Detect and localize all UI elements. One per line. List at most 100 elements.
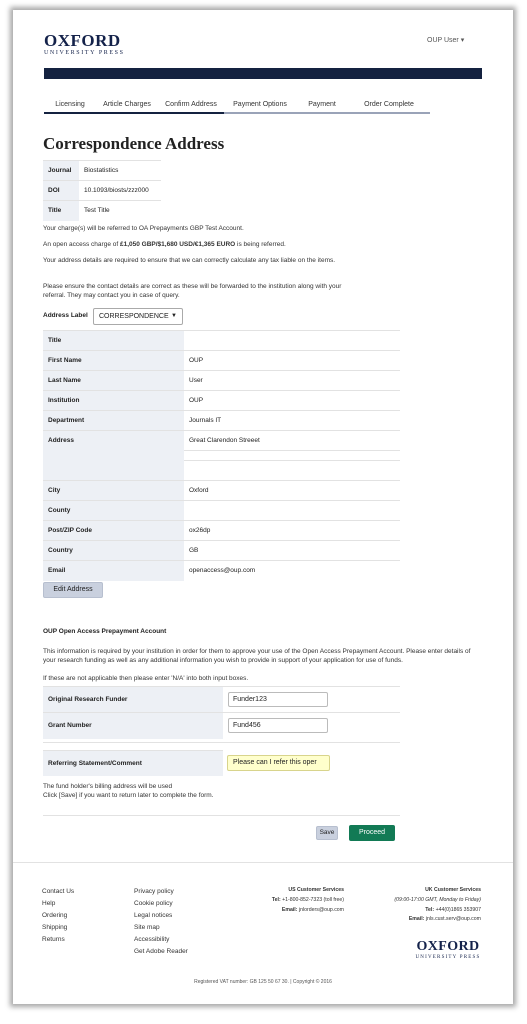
last-name-label: Last Name	[43, 370, 184, 391]
footer-link-accessibility[interactable]: Accessibility	[134, 934, 188, 946]
doi-label: DOI	[43, 180, 79, 201]
email-value: openaccess@oup.com	[184, 560, 400, 581]
journal-label: Journal	[43, 160, 79, 181]
address-label-row: Address Label CORRESPONDENCE ▼	[43, 308, 243, 326]
postcode-label: Post/ZIP Code	[43, 520, 184, 541]
footer-logo-sub-text: UNIVERSITY PRESS	[415, 955, 481, 960]
table-row: Journal Biostatistics	[43, 160, 161, 181]
footer-logo-main-text: OXFORD	[416, 939, 480, 954]
prepayment-description: This information is required by your ins…	[43, 648, 471, 664]
statement-label: Referring Statement/Comment	[43, 750, 223, 776]
first-name-label: First Name	[43, 350, 184, 371]
last-name-value: User	[184, 370, 400, 391]
table-row: Institution OUP	[43, 390, 400, 411]
us-email-row: Email: jnlorders@oup.com	[232, 906, 344, 916]
address-line-3	[184, 460, 400, 481]
step-order-complete: Order Complete	[348, 100, 430, 114]
uk-tel: +44(0)1865 353907	[435, 906, 481, 913]
nav-bar	[44, 68, 482, 79]
charge-amount: £1,050 GBP/$1,680 USD/€1,365 EURO	[119, 241, 236, 248]
charge-note: An open access charge of £1,050 GBP/$1,6…	[43, 240, 353, 249]
institution-value: OUP	[184, 390, 400, 411]
charge-post: is being referred.	[235, 241, 286, 248]
statement-input[interactable]: Please can I refer this oper	[227, 755, 330, 771]
footer-link-ordering[interactable]: Ordering	[42, 910, 74, 922]
address-field-label: Address	[43, 430, 184, 481]
footer-link-shipping[interactable]: Shipping	[42, 922, 74, 934]
step-licensing: Licensing	[44, 100, 96, 114]
uk-email-link[interactable]: jnls.cust.serv@oup.com	[426, 916, 481, 922]
footer-links-2: Privacy policy Cookie policy Legal notic…	[134, 886, 188, 958]
article-info-table: Journal Biostatistics DOI 10.1093/biosts…	[43, 160, 161, 221]
prepayment-heading: OUP Open Access Prepayment Account	[43, 628, 167, 635]
oup-logo[interactable]: OXFORD UNIVERSITY PRESS	[44, 32, 134, 56]
uk-title: UK Customer Services	[425, 887, 481, 893]
footer-link-privacy[interactable]: Privacy policy	[134, 886, 188, 898]
city-value: Oxford	[184, 480, 400, 501]
logo-sub-text: UNIVERSITY PRESS	[44, 50, 125, 56]
save-button[interactable]: Save	[316, 826, 338, 840]
us-tel-label: Tel:	[271, 896, 281, 903]
statement-row: Referring Statement/Comment Please can I…	[43, 750, 400, 776]
table-row: Email openaccess@oup.com	[43, 560, 400, 581]
table-row: First Name OUP	[43, 350, 400, 371]
footer-link-legal[interactable]: Legal notices	[134, 910, 188, 922]
footer-link-returns[interactable]: Returns	[42, 934, 74, 946]
table-row: Grant Number Fund456	[43, 712, 400, 739]
footer-link-cookie[interactable]: Cookie policy	[134, 898, 188, 910]
table-row: DOI 10.1093/biosts/zzz000	[43, 180, 161, 201]
funder-input[interactable]: Funder123	[228, 692, 328, 707]
address-table: Title First Name OUP Last Name User Instit…	[43, 330, 400, 581]
address-line-1: Great Clarendon Streeet	[184, 430, 400, 451]
address-label-select[interactable]: CORRESPONDENCE ▼	[93, 308, 183, 325]
step-payment: Payment	[296, 100, 348, 114]
footer-link-contact[interactable]: Contact Us	[42, 886, 74, 898]
chevron-down-icon: ▼	[171, 313, 177, 319]
us-email-link[interactable]: jnlorders@oup.com	[299, 907, 344, 913]
email-label: Email	[43, 560, 184, 581]
uk-tel-label: Tel:	[425, 906, 435, 913]
us-tel: +1-800-852-7323 (toll free)	[282, 896, 344, 903]
table-row: Title	[43, 330, 400, 351]
logo-main-text: OXFORD	[44, 31, 121, 50]
footer-oup-logo[interactable]: OXFORD UNIVERSITY PRESS	[415, 939, 481, 961]
table-row: Country GB	[43, 540, 400, 561]
footer-divider	[13, 862, 513, 863]
address-label-caption: Address Label	[43, 312, 88, 319]
postcode-value: ox26dp	[184, 520, 400, 541]
title-field-label: Title	[43, 330, 184, 351]
uk-tel-row: Tel: +44(0)1865 353907	[367, 906, 481, 916]
first-name-value: OUP	[184, 350, 400, 371]
step-payment-options: Payment Options	[224, 100, 296, 114]
uk-hours: (09:00-17:00 GMT, Monday to Friday)	[394, 896, 481, 903]
page-title: Correspondence Address	[43, 134, 225, 153]
footer-link-adobe[interactable]: Get Adobe Reader	[134, 946, 188, 958]
footer-link-sitemap[interactable]: Site map	[134, 922, 188, 934]
table-row: Post/ZIP Code ox26dp	[43, 520, 400, 541]
country-label: Country	[43, 540, 184, 561]
institution-label: Institution	[43, 390, 184, 411]
doi-value: 10.1093/biosts/zzz000	[79, 180, 161, 201]
country-value: GB	[184, 540, 400, 561]
address-label-value: CORRESPONDENCE	[99, 313, 169, 320]
title-label: Title	[43, 200, 79, 221]
step-confirm-address: Confirm Address	[158, 100, 224, 114]
edit-address-button[interactable]: Edit Address	[43, 582, 103, 598]
footer-link-help[interactable]: Help	[42, 898, 74, 910]
county-label: County	[43, 500, 184, 521]
us-tel-row: Tel: +1-800-852-7323 (toll free)	[232, 896, 344, 906]
grant-cell: Fund456	[223, 712, 400, 739]
user-menu[interactable]: OUP User ▾	[427, 36, 464, 44]
proceed-button[interactable]: Proceed	[349, 825, 395, 841]
us-customer-services: US Customer Services Tel: +1-800-852-732…	[232, 886, 344, 915]
grant-label: Grant Number	[43, 712, 223, 739]
step-article-charges: Article Charges	[96, 100, 158, 114]
address-line-2	[184, 450, 400, 461]
table-row: Title Test Title	[43, 200, 161, 221]
charge-pre: An open access charge of	[43, 241, 120, 248]
county-value	[184, 500, 400, 521]
grant-input[interactable]: Fund456	[228, 718, 328, 734]
table-row: City Oxford	[43, 480, 400, 501]
table-row: County	[43, 500, 400, 521]
save-note: Click [Save] if you want to return later…	[43, 792, 214, 799]
